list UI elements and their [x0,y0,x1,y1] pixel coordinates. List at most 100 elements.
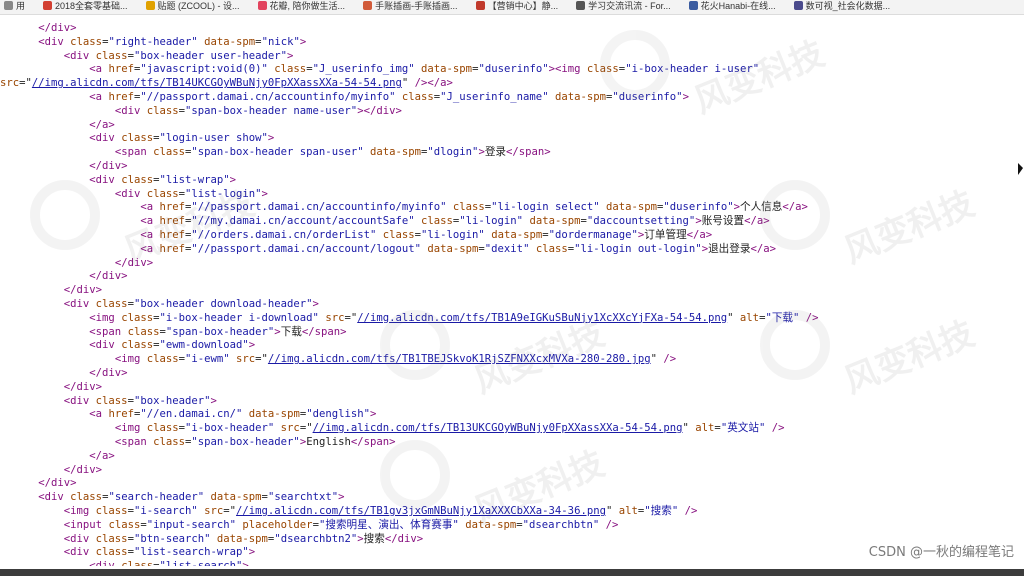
code-token: data-spm [491,229,543,241]
code-token: data-spm [204,35,256,48]
code-token: </div> [89,270,128,283]
bookmark-item[interactable]: 手账插画-手账插画... [359,0,472,13]
bookmark-item[interactable]: 数可视_社会化数据... [790,0,905,13]
code-token: "search-header" [108,491,205,504]
code-line: <img class="i-box-header" src="//img.ali… [0,421,785,435]
code-token: class [401,91,434,103]
code-link[interactable]: //img.alicdn.com/tfs/TB14UKCGOyWBuNjy0Fp… [32,77,402,89]
code-token: "span-box-header span-user" [191,146,364,159]
code-token: "searchtxt" [267,491,339,504]
code-token: </div> [63,380,103,393]
code-token: class [452,201,485,214]
code-token: class [382,229,415,241]
code-token: "dlogin" [427,146,479,159]
code-token: <a [140,229,160,241]
code-line: <div class="ewm-download"> [0,338,255,352]
bookmark-item[interactable]: 贴题 (ZCOOL) - 设... [142,0,254,13]
code-line: <img class="i-box-header i-download" src… [0,311,818,325]
bookmark-label: 贴题 (ZCOOL) - 设... [157,1,240,11]
code-token: <span [114,146,154,159]
code-token: "list-search-wrap" [133,546,249,559]
code-token: class [146,104,179,117]
code-token: data-spm [210,491,262,504]
code-token: <div [89,173,122,186]
code-token: class [70,491,103,504]
code-token: "//en.damai.cn/" [140,408,243,421]
code-token: </span> [301,325,347,338]
code-token: <img [555,63,587,76]
code-token: > [682,91,689,103]
code-link[interactable]: //img.alicdn.com/tfs/TB1TBEJSkvoK1RjSZFN… [268,353,651,365]
code-line: <a href="//passport.damai.cn/accountinfo… [0,90,689,104]
code-token: 登录 [484,146,507,159]
code-token: class [153,436,185,448]
bookmark-favicon-icon [145,1,155,10]
code-line: <img class="i-search" src="//img.alicdn.… [0,504,698,518]
code-token: "//passport.damai.cn/accountinfo/myinfo" [191,201,447,214]
code-token: </div> [38,22,77,34]
code-token: <span [89,325,128,338]
code-token: "英文站" [720,422,766,435]
bookmark-label: 2018全套零基础... [55,1,128,11]
code-token: class [95,532,128,545]
code-token: <div [89,560,121,566]
code-token: src [236,353,256,366]
code-token: "duserinfo" [612,91,683,103]
code-token: <div [38,491,71,504]
code-token: <img [114,353,147,366]
code-token: /> [663,353,677,366]
bookmark-label: 手账插画-手账插画... [375,1,458,11]
code-token: href [108,91,134,103]
code-token: "li-login" [459,215,524,228]
code-token: > [248,546,256,559]
csdn-watermark-label: CSDN @一秋的编程笔记 [868,545,1014,560]
code-line: </div> [0,463,102,477]
code-token: class [121,132,154,145]
bookmark-item[interactable]: 花瓣, 陪你做生活... [254,0,360,13]
code-link[interactable]: //img.alicdn.com/tfs/TB1A9eIGKuSBuNjy1Xc… [357,312,727,324]
code-token: class [95,298,128,310]
bookmark-item[interactable]: 学习交流讯流 - For... [572,0,685,13]
code-token: href [159,242,185,255]
bookmark-item[interactable]: 2018全套零基础... [39,0,142,13]
code-token: <div [63,298,96,310]
code-line: <div class="login-user show"> [0,131,274,145]
code-line: </div> [0,366,127,380]
code-line: <div class="box-header download-header"> [0,297,319,311]
code-token: src [204,505,224,517]
code-token: "下载" [765,311,800,324]
bookmark-label: 用 [16,1,26,11]
code-token: "dsearchbtn" [522,518,600,531]
code-token: "//passport.damai.cn/account/logout" [191,242,421,255]
code-link[interactable]: //img.alicdn.com/tfs/TB1gv3jxGmNBuNjy1Xa… [236,505,606,517]
code-token: alt [695,422,715,435]
code-link[interactable]: //img.alicdn.com/tfs/TB13UKCGOyWBuNjy0Fp… [313,422,683,434]
code-line: <span class="span-box-header">English</s… [0,435,396,449]
bookmark-favicon-icon [363,1,373,10]
code-token: class [535,242,568,255]
bookmark-item[interactable]: 花火Hanabi-在线... [685,0,790,13]
bookmark-item[interactable]: 用 [0,0,39,13]
code-token: class [586,63,619,76]
code-token: > [248,339,256,352]
code-token: "dordermanage" [548,229,638,241]
code-token: class [121,560,153,566]
code-token: class [146,353,179,366]
code-token: "搜索明星、演出、体育赛事" [318,518,459,531]
bookmark-item[interactable]: 【营销中心】静... [472,0,573,13]
code-token: <div [38,35,71,48]
code-token: class [70,35,103,48]
code-token: "li-login out-login" [574,242,702,255]
code-token: data-spm [554,91,606,103]
bookmark-favicon-icon [688,1,698,10]
bookmark-label: 【营销中心】静... [487,1,559,11]
